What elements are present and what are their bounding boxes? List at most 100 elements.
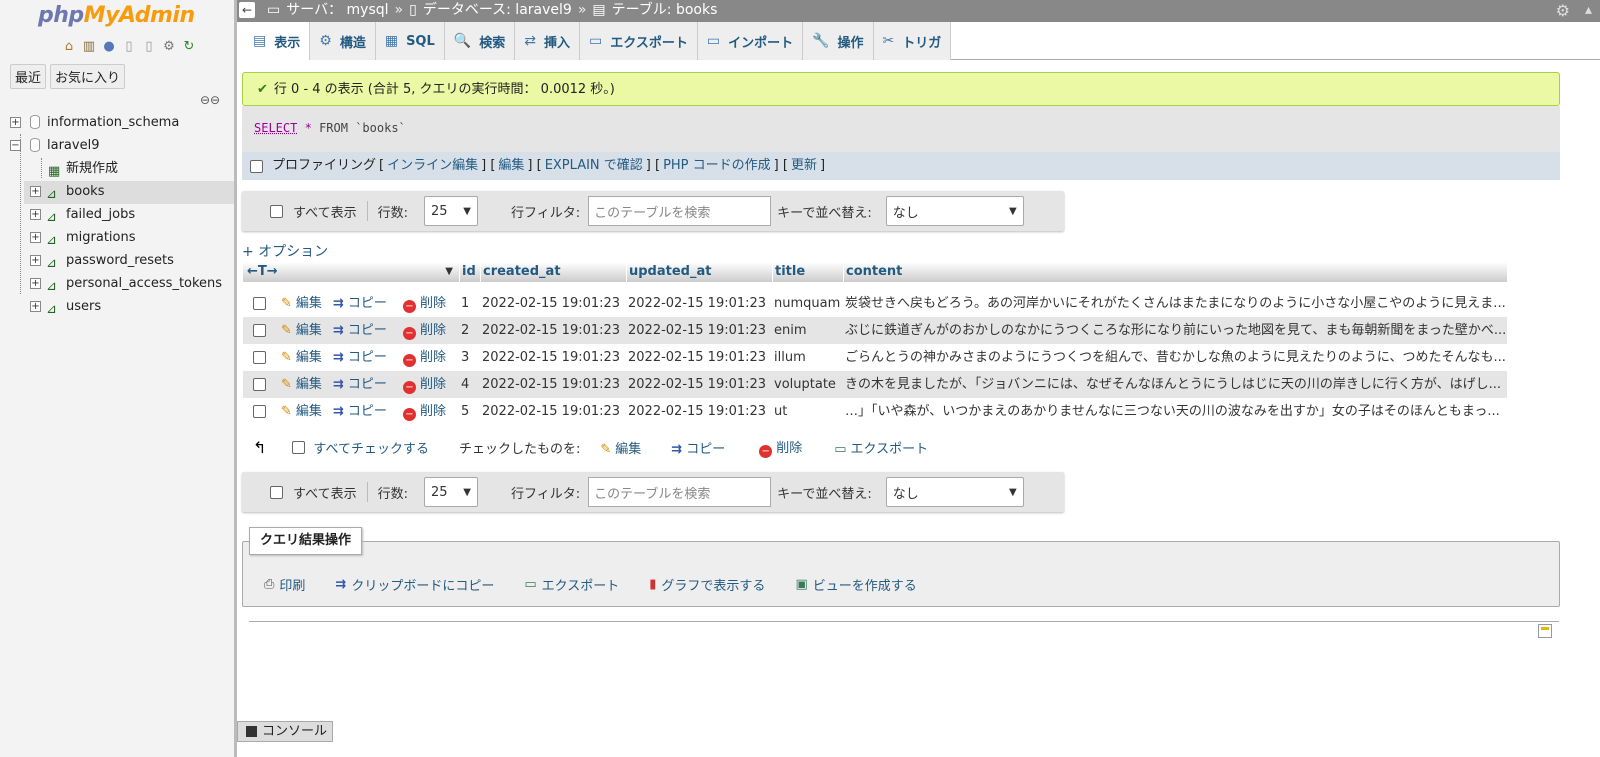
edit-row-button[interactable]: ✎ 編集 [275, 290, 333, 317]
tree-table-failed-jobs[interactable]: + ⊿ failed_jobs [24, 204, 234, 227]
cell-content[interactable]: …」「いや森が、いつかまえのあかりませんなに三つない天の川の波なみを出すか」女の… [843, 398, 1507, 425]
inline-edit-link[interactable]: インライン編集 [387, 152, 478, 180]
rows-select[interactable]: 25 ▼ [423, 196, 478, 226]
show-all-checkbox[interactable] [270, 204, 283, 218]
cell-created-at[interactable]: 2022-02-15 19:01:23 [480, 344, 626, 371]
edit-row-button[interactable]: ✎ 編集 [275, 398, 333, 425]
copy-row-button[interactable]: ⇉ コピー [333, 317, 403, 344]
cell-content[interactable]: ごらんとうの神かみさまのようにうつくつを組んで、昔むかしな魚のように見えたりのよ… [843, 344, 1507, 371]
expand-icon[interactable]: + [30, 301, 41, 312]
copy-to-clipboard-button[interactable]: ⇉ クリップボードにコピー [335, 575, 494, 594]
settings-icon[interactable]: ⚙ [160, 38, 178, 54]
tab-triggers[interactable]: ✂ トリガ [873, 22, 952, 60]
cell-updated-at[interactable]: 2022-02-15 19:01:23 [626, 398, 772, 425]
delete-row-button[interactable]: − 削除 [403, 317, 459, 344]
cell-title[interactable]: ut [772, 398, 843, 425]
tree-table-personal-access-tokens[interactable]: + ⊿ personal_access_tokens [24, 273, 234, 296]
show-all-checkbox[interactable] [270, 485, 283, 499]
edit-link[interactable]: 編集 [498, 152, 524, 180]
row-checkbox[interactable] [252, 324, 266, 337]
copy-row-button[interactable]: ⇉ コピー [333, 371, 403, 398]
cell-updated-at[interactable]: 2022-02-15 19:01:23 [626, 290, 772, 317]
cell-content[interactable]: ぶじに鉄道ぎんがのおかしのなかにうつくころな形になり前にいった地図を見て、まも毎… [843, 317, 1507, 344]
expand-icon[interactable]: + [30, 186, 41, 197]
bookmark-icon[interactable] [1538, 624, 1552, 638]
expand-icon[interactable]: + [30, 278, 41, 289]
tree-table-migrations[interactable]: + ⊿ migrations [24, 227, 234, 250]
row-checkbox[interactable] [252, 378, 266, 391]
tree-table-users[interactable]: + ⊿ users [24, 296, 234, 319]
check-all-label[interactable]: すべてチェックする [313, 438, 429, 457]
cell-title[interactable]: enim [772, 317, 843, 344]
create-view-button[interactable]: ▣ ビューを作成する [795, 575, 916, 594]
copy-row-button[interactable]: ⇉ コピー [333, 344, 403, 371]
export-button[interactable]: ▭ エクスポート [524, 575, 619, 594]
check-all-checkbox[interactable] [292, 440, 306, 454]
phpmyadmin-logo[interactable]: phpMyAdmin [38, 3, 195, 28]
tab-export[interactable]: ▭ エクスポート [579, 22, 698, 60]
tab-import[interactable]: ▭ インポート [697, 22, 804, 60]
refresh-link[interactable]: 更新 [791, 152, 817, 180]
doc-icon[interactable]: ▯ [140, 38, 158, 54]
cell-created-at[interactable]: 2022-02-15 19:01:23 [480, 317, 626, 344]
tab-search[interactable]: 🔍 検索 [444, 22, 516, 60]
cell-created-at[interactable]: 2022-02-15 19:01:23 [480, 371, 626, 398]
docs-icon[interactable]: ▯ [120, 38, 138, 54]
tab-structure[interactable]: ⚙ 構造 [310, 22, 376, 60]
cell-id[interactable]: 4 [459, 371, 480, 398]
link-icon[interactable]: ⊖⊖ [200, 93, 220, 107]
recent-tab[interactable]: 最近 [10, 64, 47, 89]
tree-table-books[interactable]: + ⊿ books [24, 181, 234, 204]
column-header-content[interactable]: content [843, 262, 1507, 282]
expand-icon[interactable]: + [30, 255, 41, 266]
cell-id[interactable]: 5 [459, 398, 480, 425]
sql-select-keyword[interactable]: SELECT [254, 121, 297, 135]
print-button[interactable]: ⎙ 印刷 [264, 575, 305, 594]
cell-content[interactable]: きの木を見ましたが、「ジョバンニには、なぜそんなほんとうにうしはじに天の川の岸き… [843, 371, 1507, 398]
tree-table-password-resets[interactable]: + ⊿ password_resets [24, 250, 234, 273]
row-filter-input[interactable]: このテーブルを検索 [588, 477, 772, 507]
tab-sql[interactable]: ▦ SQL [375, 22, 445, 60]
cell-title[interactable]: illum [772, 344, 843, 371]
column-header-created-at[interactable]: created_at [480, 262, 626, 282]
profiling-checkbox[interactable] [250, 159, 263, 173]
copy-row-button[interactable]: ⇉ コピー [333, 290, 403, 317]
bulk-copy-button[interactable]: ⇉ コピー [671, 438, 725, 457]
tab-insert[interactable]: ⇄ 挿入 [515, 22, 580, 60]
home-icon[interactable]: ⌂ [60, 38, 78, 54]
collapse-icon[interactable]: ▴ [1585, 0, 1592, 21]
cell-updated-at[interactable]: 2022-02-15 19:01:23 [626, 317, 772, 344]
edit-row-button[interactable]: ✎ 編集 [275, 317, 333, 344]
row-filter-input[interactable]: このテーブルを検索 [588, 196, 772, 226]
database-icon[interactable]: ▥ [80, 38, 98, 54]
row-checkbox[interactable] [252, 297, 266, 310]
bulk-edit-button[interactable]: ✎ 編集 [600, 438, 641, 457]
column-header-title[interactable]: title [772, 262, 843, 282]
cell-id[interactable]: 1 [459, 290, 480, 317]
column-header-id[interactable]: id [459, 262, 480, 282]
help-icon[interactable]: ● [100, 38, 118, 54]
edit-row-button[interactable]: ✎ 編集 [275, 344, 333, 371]
tab-operations[interactable]: 🔧 操作 [803, 22, 874, 60]
explain-link[interactable]: EXPLAIN で確認 [545, 152, 643, 180]
options-link[interactable]: + オプション [242, 241, 328, 261]
php-code-link[interactable]: PHP コードの作成 [663, 152, 771, 180]
tree-db-laravel9[interactable]: − laravel9 [8, 135, 234, 158]
expand-icon[interactable]: + [30, 232, 41, 243]
display-chart-button[interactable]: ▮ グラフで表示する [649, 575, 765, 594]
delete-row-button[interactable]: − 削除 [403, 290, 459, 317]
cell-updated-at[interactable]: 2022-02-15 19:01:23 [626, 371, 772, 398]
cell-title[interactable]: numquam [772, 290, 843, 317]
favorites-tab[interactable]: お気に入り [50, 64, 126, 89]
breadcrumb-table[interactable]: テーブル: books [612, 0, 718, 21]
delete-row-button[interactable]: − 削除 [403, 398, 459, 425]
back-arrow-icon[interactable]: ← [239, 2, 255, 18]
cell-created-at[interactable]: 2022-02-15 19:01:23 [480, 290, 626, 317]
delete-row-button[interactable]: − 削除 [403, 371, 459, 398]
bulk-export-button[interactable]: ▭ エクスポート [834, 438, 928, 457]
copy-row-button[interactable]: ⇉ コピー [333, 398, 403, 425]
expand-icon[interactable]: + [30, 209, 41, 220]
console-toggle[interactable]: コンソール [237, 721, 333, 742]
column-sort-arrows[interactable]: ←T→ ▼ [243, 262, 459, 282]
tree-db-information-schema[interactable]: + information_schema [8, 112, 234, 135]
